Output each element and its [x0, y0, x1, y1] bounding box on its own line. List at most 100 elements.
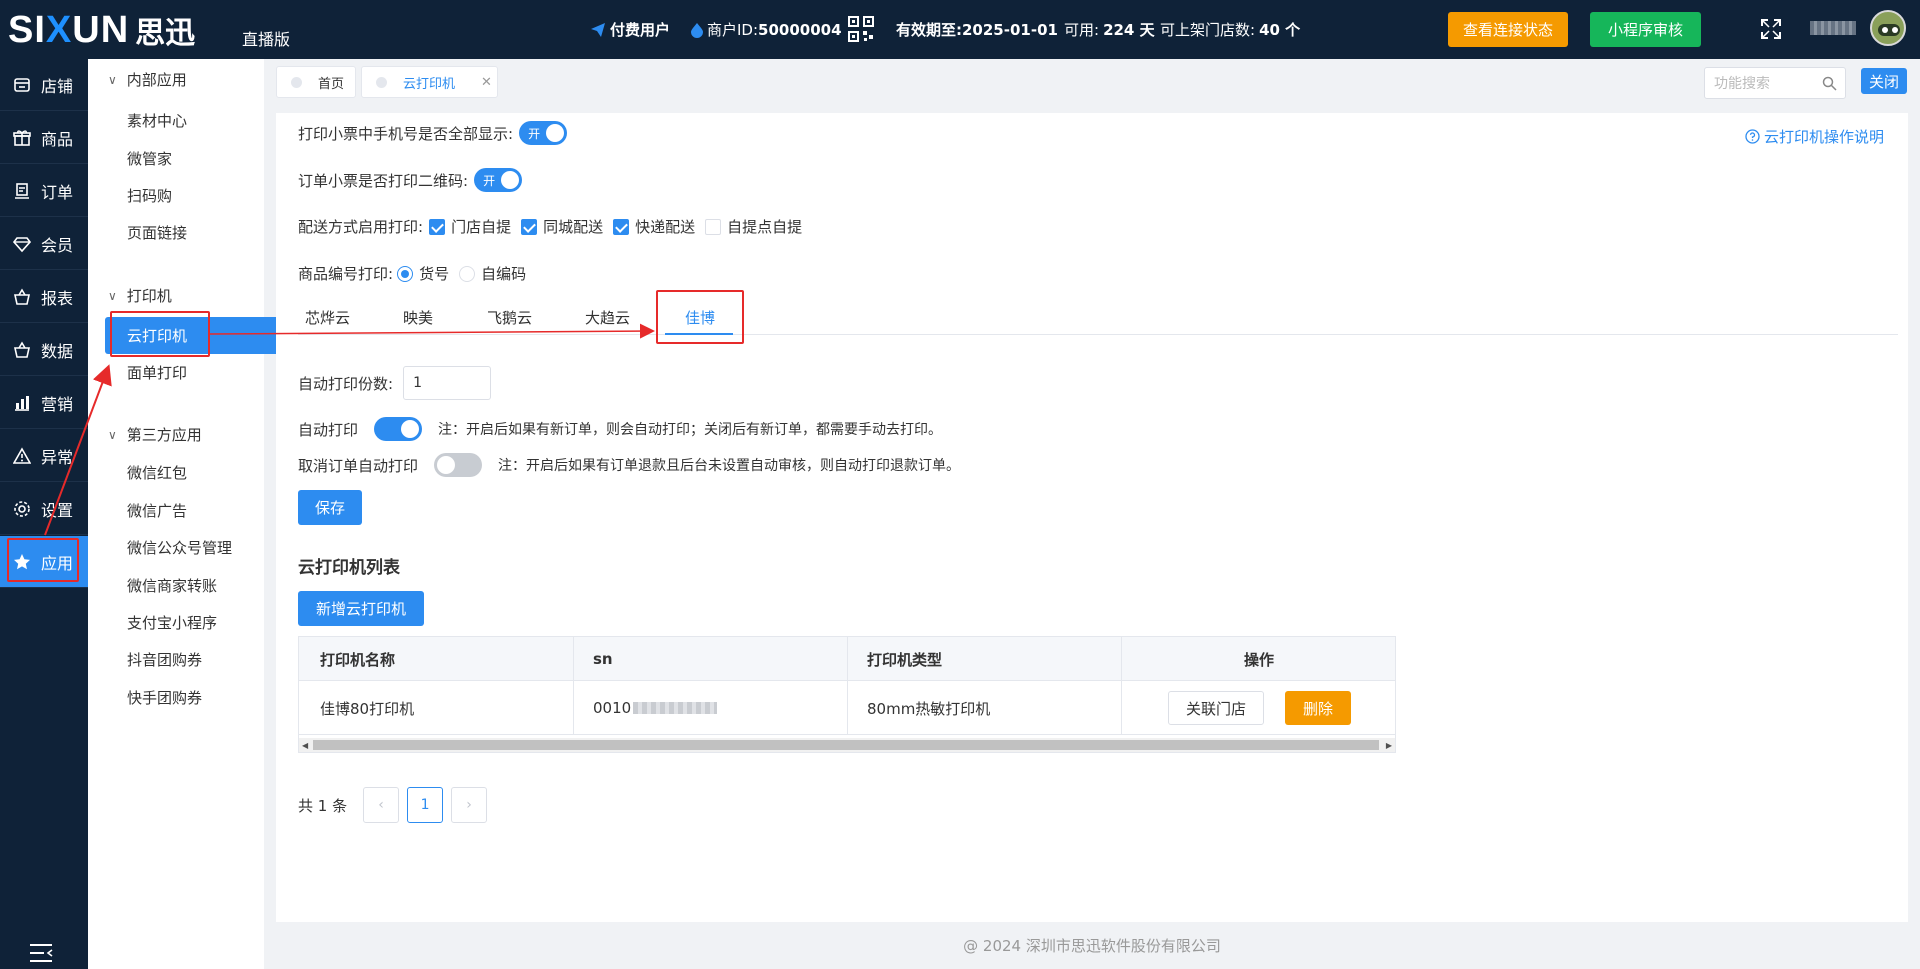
check-status-button[interactable]: 查看连接状态: [1448, 12, 1568, 47]
avatar-eye: [1882, 27, 1888, 33]
radio[interactable]: [397, 265, 414, 282]
printer-table: 打印机名称 sn 打印机类型 操作 佳博80打印机 0010 80mm热敏打印机…: [298, 636, 1396, 753]
delete-button[interactable]: 删除: [1285, 691, 1351, 725]
close-button[interactable]: 关闭: [1861, 68, 1907, 94]
available-label: 可用:: [1064, 21, 1100, 39]
nav-label: 营销: [41, 394, 74, 414]
subnav-item-wechat-ads[interactable]: 微信广告: [127, 500, 187, 521]
cancel-print-switch[interactable]: [434, 453, 483, 477]
paper-plane-icon: [591, 22, 605, 37]
function-search-input[interactable]: 功能搜索: [1704, 67, 1846, 99]
qr-switch[interactable]: 开: [474, 168, 523, 192]
tab-cloud-printer[interactable]: 云打印机 ✕: [361, 66, 498, 98]
delivery-option-pickup[interactable]: 门店自提: [429, 216, 511, 237]
copies-input[interactable]: 1: [403, 366, 492, 400]
subnav-group-printer[interactable]: ∨ 打印机: [108, 285, 172, 306]
edition-label: 直播版: [242, 30, 291, 49]
sku-label: 商品编号打印:: [298, 265, 394, 283]
printer-name: 佳博80打印机: [320, 699, 415, 718]
basket-icon: [14, 340, 30, 358]
delivery-option-local[interactable]: 同城配送: [521, 216, 603, 237]
sku-option-item-no[interactable]: 货号: [397, 263, 449, 284]
user-name-blurred[interactable]: [1810, 21, 1856, 35]
prev-page-button[interactable]: ‹: [363, 787, 400, 823]
stores-info: 可上架门店数: 40 个: [1160, 19, 1300, 40]
sn-prefix: 0010: [593, 699, 632, 717]
nav-item-members[interactable]: 会员: [0, 218, 88, 270]
subnav-item-wei-manager[interactable]: 微管家: [127, 148, 172, 169]
chevron-down-icon: ∨: [108, 288, 117, 303]
page-number-button[interactable]: 1: [407, 787, 444, 823]
subnav-item-douyin-coupon[interactable]: 抖音团购券: [127, 649, 202, 670]
avatar[interactable]: [1870, 10, 1906, 46]
auto-print-switch[interactable]: [374, 417, 423, 441]
add-printer-button[interactable]: 新增云打印机: [298, 591, 424, 626]
tab-daqu-cloud[interactable]: 大趋云: [585, 307, 630, 328]
subnav-item-scan-buy[interactable]: 扫码购: [127, 185, 172, 206]
phone-full-switch[interactable]: 开: [519, 121, 568, 145]
nav-item-orders[interactable]: 订单: [0, 165, 88, 217]
checkbox[interactable]: [521, 218, 538, 235]
bar-chart-icon: [15, 395, 29, 411]
close-icon[interactable]: ✕: [481, 75, 492, 90]
tab-home[interactable]: 首页: [276, 66, 356, 98]
subnav-item-kuaishou-coupon[interactable]: 快手团购券: [127, 687, 202, 708]
logo-latin: SIXUN: [8, 8, 130, 51]
checkbox[interactable]: [613, 218, 630, 235]
drop-icon: [691, 22, 703, 38]
subnav-item-wechat-official[interactable]: 微信公众号管理: [127, 537, 232, 558]
subnav-item-page-links[interactable]: 页面链接: [127, 222, 187, 243]
subnav-item-alipay-mini[interactable]: 支付宝小程序: [127, 612, 217, 633]
tab-label: 首页: [318, 76, 345, 92]
miniprogram-review-button[interactable]: 小程序审核: [1590, 12, 1701, 47]
subnav-group-internal[interactable]: ∨ 内部应用: [108, 69, 187, 90]
nav-item-marketing[interactable]: 营销: [0, 377, 88, 429]
tab-xinye-cloud[interactable]: 芯烨云: [305, 307, 350, 328]
qr-row: 订单小票是否打印二维码: 开: [298, 168, 523, 192]
nav-item-exceptions[interactable]: 异常: [0, 430, 88, 482]
nav-item-data[interactable]: 数据: [0, 324, 88, 376]
checkbox[interactable]: [705, 218, 722, 235]
save-button[interactable]: 保存: [298, 490, 362, 525]
tab-feie-cloud[interactable]: 飞鹅云: [487, 307, 532, 328]
link-store-button[interactable]: 关联门店: [1168, 691, 1264, 725]
total-count: 共 1 条: [298, 796, 348, 815]
nav-item-store[interactable]: 店铺: [0, 59, 88, 111]
option-label: 自编码: [481, 265, 527, 283]
fullscreen-icon[interactable]: [1760, 18, 1782, 40]
expiry-date: 2025-01-01: [962, 20, 1058, 39]
pagination: 共 1 条 ‹ 1 ›: [298, 787, 488, 823]
help-link[interactable]: 云打印机操作说明: [1745, 126, 1884, 147]
tab-yingmei[interactable]: 映美: [403, 307, 433, 328]
subnav-item-material-center[interactable]: 素材中心: [127, 110, 187, 131]
nav-item-goods[interactable]: 商品: [0, 112, 88, 164]
basket-icon: [14, 287, 30, 305]
group-title: 打印机: [126, 287, 172, 305]
merchant-info: 商户ID: 50000004: [690, 19, 842, 40]
delivery-option-point-pickup[interactable]: 自提点自提: [705, 216, 802, 237]
available-days: 224 天: [1103, 21, 1155, 39]
subnav-item-waybill-print[interactable]: 面单打印: [127, 362, 187, 383]
merchant-label: 商户ID:: [707, 21, 759, 39]
subnav-item-wechat-redpack[interactable]: 微信红包: [127, 462, 187, 483]
radio[interactable]: [459, 265, 476, 282]
delivery-option-express[interactable]: 快递配送: [613, 216, 695, 237]
printer-list-title: 云打印机列表: [298, 558, 400, 578]
sku-option-self-code[interactable]: 自编码: [459, 263, 526, 284]
paid-user-info: 付费用户: [590, 19, 670, 40]
subnav-item-wechat-transfer[interactable]: 微信商家转账: [127, 575, 217, 596]
scroll-left-icon[interactable]: ◀: [302, 741, 308, 750]
horizontal-scrollbar[interactable]: ◀ ▶: [299, 738, 1395, 752]
nav-item-reports[interactable]: 报表: [0, 271, 88, 323]
auto-print-row: 自动打印 注：开启后如果有新订单，则会自动打印；关闭后有新订单，都需要手动去打印…: [298, 417, 942, 441]
next-page-button[interactable]: ›: [451, 787, 488, 823]
checkbox[interactable]: [429, 218, 446, 235]
scroll-right-icon[interactable]: ▶: [1386, 741, 1392, 750]
option-label: 自提点自提: [727, 218, 803, 236]
printer-brand-tabs: 芯烨云 映美 飞鹅云 大趋云 佳博: [298, 293, 1898, 335]
subnav-group-third-party[interactable]: ∨ 第三方应用: [108, 424, 202, 445]
scrollbar-thumb[interactable]: [313, 740, 1379, 750]
nav-item-settings[interactable]: 设置: [0, 483, 88, 535]
help-link-label: 云打印机操作说明: [1764, 128, 1885, 146]
qr-code-icon[interactable]: [848, 16, 874, 42]
